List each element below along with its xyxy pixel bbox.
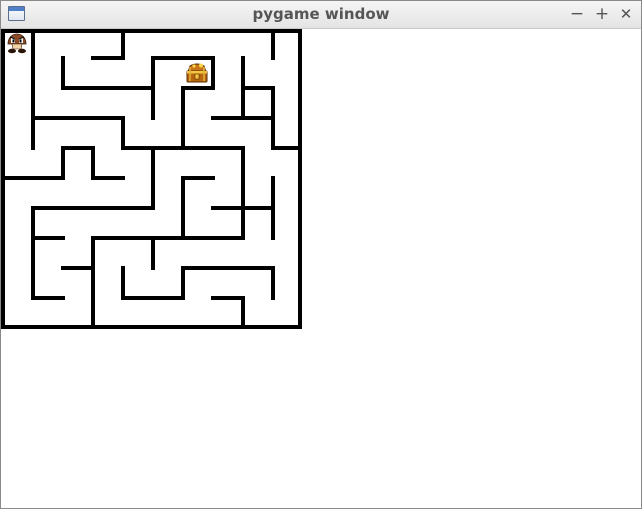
goomba-sprite-icon xyxy=(7,33,27,54)
game-surface xyxy=(1,29,641,508)
minimize-button[interactable]: − xyxy=(566,2,588,26)
maximize-button[interactable]: + xyxy=(591,2,613,26)
title-bar[interactable]: pygame window − + ✕ xyxy=(1,1,641,29)
treasure-chest-icon xyxy=(186,63,208,83)
maze xyxy=(1,29,302,329)
pygame-window: pygame window − + ✕ xyxy=(0,0,642,509)
maze-walls xyxy=(1,29,302,329)
window-title: pygame window xyxy=(252,5,390,23)
close-button[interactable]: ✕ xyxy=(615,2,637,26)
